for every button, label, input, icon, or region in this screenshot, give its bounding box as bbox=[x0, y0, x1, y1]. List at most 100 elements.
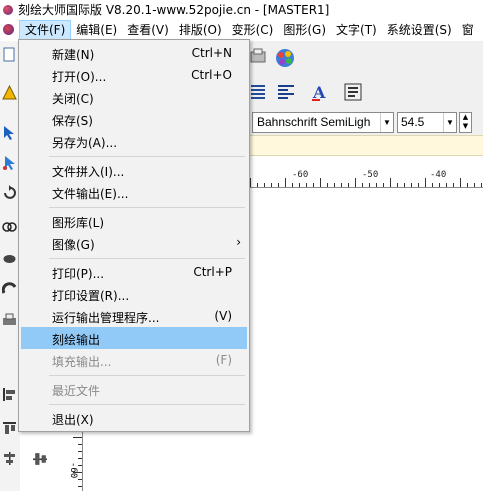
align-center-tool[interactable] bbox=[0, 449, 20, 469]
ruler-tick bbox=[432, 183, 433, 187]
node-edit-tool[interactable] bbox=[0, 153, 20, 173]
spin-up-icon[interactable]: ▲ bbox=[460, 113, 471, 122]
align-top-tool[interactable] bbox=[0, 419, 20, 439]
align-left-tool[interactable] bbox=[0, 385, 20, 405]
ruler-tick bbox=[306, 183, 307, 187]
ruler-tick bbox=[278, 183, 279, 187]
ruler-tick bbox=[439, 183, 440, 187]
font-size-spinner[interactable]: ▲ ▼ bbox=[459, 112, 472, 133]
menu-edit[interactable]: 编辑(E) bbox=[71, 20, 122, 40]
ruler-label: -60 bbox=[68, 462, 78, 479]
ruler-tick bbox=[460, 178, 461, 187]
menu-item-print[interactable]: 打印(P)... Ctrl+P bbox=[21, 261, 247, 283]
ruler-tick bbox=[78, 444, 82, 445]
ruler-tick bbox=[257, 183, 258, 187]
horizontal-ruler: -60 -50 -40 bbox=[248, 168, 483, 188]
menu-item-print-setup[interactable]: 打印设置(R)... bbox=[21, 283, 247, 305]
menu-transform[interactable]: 变形(C) bbox=[227, 20, 279, 40]
ruler-tick bbox=[453, 183, 454, 187]
ruler-tick bbox=[78, 479, 82, 480]
ruler-tick bbox=[411, 183, 412, 187]
file-menu-dropdown: 新建(N) Ctrl+N 打开(O)... Ctrl+O 关闭(C) 保存(S)… bbox=[18, 39, 250, 432]
menu-item-exit[interactable]: 退出(X) bbox=[21, 407, 247, 429]
ruler-tick bbox=[285, 178, 286, 187]
warning-tool-icon[interactable] bbox=[0, 83, 20, 103]
spin-down-icon[interactable]: ▼ bbox=[460, 122, 471, 131]
ruler-tick bbox=[362, 183, 363, 187]
ruler-tick bbox=[404, 183, 405, 187]
ruler-tick bbox=[73, 472, 82, 473]
window-title: 刻绘大师国际版 V8.20.1-www.52pojie.cn - [MASTER… bbox=[18, 3, 330, 17]
ruler-tick bbox=[271, 183, 272, 187]
ruler-tick bbox=[264, 183, 265, 187]
ruler-tick bbox=[390, 178, 391, 187]
menu-view[interactable]: 查看(V) bbox=[122, 20, 174, 40]
menu-item-graphics-library[interactable]: 图形库(L) bbox=[21, 210, 247, 232]
chevron-down-icon[interactable]: ▼ bbox=[443, 113, 456, 132]
menu-text[interactable]: 文字(T) bbox=[331, 20, 382, 40]
font-family-value: Bahnschrift SemiLigh bbox=[257, 115, 371, 129]
menu-item-recent-files[interactable]: 最近文件 bbox=[21, 378, 247, 400]
menu-item-new[interactable]: 新建(N) Ctrl+N bbox=[21, 42, 247, 64]
menu-separator bbox=[49, 404, 245, 405]
menu-item-open[interactable]: 打开(O)... Ctrl+O bbox=[21, 64, 247, 86]
ruler-tick bbox=[250, 178, 251, 187]
menu-item-close[interactable]: 关闭(C) bbox=[21, 86, 247, 108]
menu-separator bbox=[49, 375, 245, 376]
distort-tool[interactable] bbox=[0, 217, 20, 237]
main-toolbar bbox=[248, 41, 483, 75]
ruler-tick bbox=[313, 183, 314, 187]
property-bar bbox=[248, 135, 483, 156]
new-document-tool[interactable] bbox=[0, 45, 20, 65]
menu-item-output-manager[interactable]: 运行输出管理程序... (V) bbox=[21, 305, 247, 327]
menu-item-save-as[interactable]: 另存为(A)... bbox=[21, 130, 247, 152]
ruler-tick bbox=[481, 183, 482, 187]
chevron-right-icon: › bbox=[236, 235, 241, 249]
menu-item-save[interactable]: 保存(S) bbox=[21, 108, 247, 130]
ruler-tick bbox=[369, 183, 370, 187]
select-arrow-tool[interactable] bbox=[0, 123, 20, 143]
printer-tool-icon[interactable] bbox=[0, 311, 20, 331]
menu-item-import[interactable]: 文件拼入(I)... bbox=[21, 159, 247, 181]
title-bar: 刻绘大师国际版 V8.20.1-www.52pojie.cn - [MASTER… bbox=[0, 0, 483, 19]
menu-graphics[interactable]: 图形(G) bbox=[278, 20, 331, 40]
font-size-select[interactable]: 54.5 ▼ bbox=[397, 112, 457, 133]
align-middle-tool[interactable] bbox=[30, 449, 50, 469]
ruler-tick bbox=[376, 183, 377, 187]
grid-align-icon[interactable] bbox=[248, 81, 272, 103]
text-align-left-icon[interactable] bbox=[276, 81, 300, 103]
menu-file[interactable]: 文件(F) bbox=[19, 20, 72, 40]
menu-separator bbox=[49, 207, 245, 208]
ruler-tick bbox=[78, 458, 82, 459]
ruler-tick bbox=[78, 465, 82, 466]
ruler-tick bbox=[73, 437, 82, 438]
ruler-tick bbox=[446, 183, 447, 187]
menu-window[interactable]: 窗 bbox=[457, 20, 479, 40]
menu-layout[interactable]: 排版(O) bbox=[174, 20, 227, 40]
ruler-tick bbox=[397, 183, 398, 187]
ruler-tick bbox=[348, 183, 349, 187]
ruler-tick bbox=[334, 183, 335, 187]
menu-item-fill-output[interactable]: 填充输出... (F) bbox=[21, 349, 247, 371]
menu-item-cut-output[interactable]: 刻绘输出 bbox=[21, 327, 247, 349]
text-font-icon[interactable]: A bbox=[310, 81, 334, 103]
color-palette-icon[interactable] bbox=[274, 47, 298, 69]
ruler-label: -40 bbox=[430, 170, 447, 180]
chevron-down-icon[interactable]: ▼ bbox=[380, 113, 393, 132]
document-menu-icon[interactable] bbox=[1, 22, 17, 38]
ruler-tick bbox=[292, 183, 293, 187]
menu-system-settings[interactable]: 系统设置(S) bbox=[382, 20, 457, 40]
menu-item-image[interactable]: 图像(G) › bbox=[21, 232, 247, 254]
text-frame-icon[interactable] bbox=[342, 81, 366, 103]
menu-separator bbox=[49, 156, 245, 157]
menu-item-export[interactable]: 文件输出(E)... bbox=[21, 181, 247, 203]
ruler-tick bbox=[383, 183, 384, 187]
cutter-output-icon[interactable] bbox=[248, 47, 272, 69]
font-family-select[interactable]: Bahnschrift SemiLigh ▼ bbox=[252, 112, 394, 133]
ruler-label: -50 bbox=[362, 170, 379, 180]
blend-tool[interactable] bbox=[0, 279, 20, 299]
menu-separator bbox=[49, 258, 245, 259]
rotate-tool[interactable] bbox=[0, 183, 20, 203]
shape-tool[interactable] bbox=[0, 249, 20, 269]
ruler-tick bbox=[467, 183, 468, 187]
